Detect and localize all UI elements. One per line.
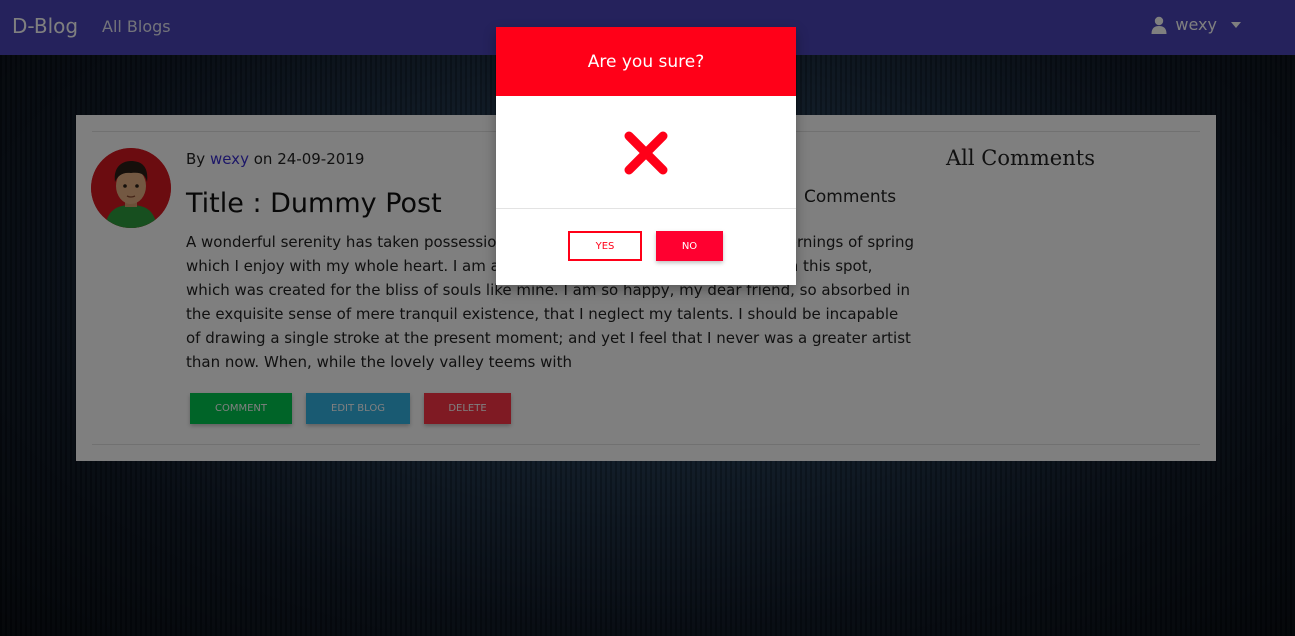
divider — [496, 208, 796, 209]
confirm-no-button[interactable]: NO — [656, 231, 723, 261]
confirm-yes-button[interactable]: YES — [568, 231, 642, 261]
dialog-header: Are you sure? — [496, 27, 796, 96]
x-mark-icon — [623, 130, 669, 176]
dialog-title: Are you sure? — [587, 51, 705, 72]
confirm-dialog: Are you sure? YES NO — [496, 27, 796, 285]
